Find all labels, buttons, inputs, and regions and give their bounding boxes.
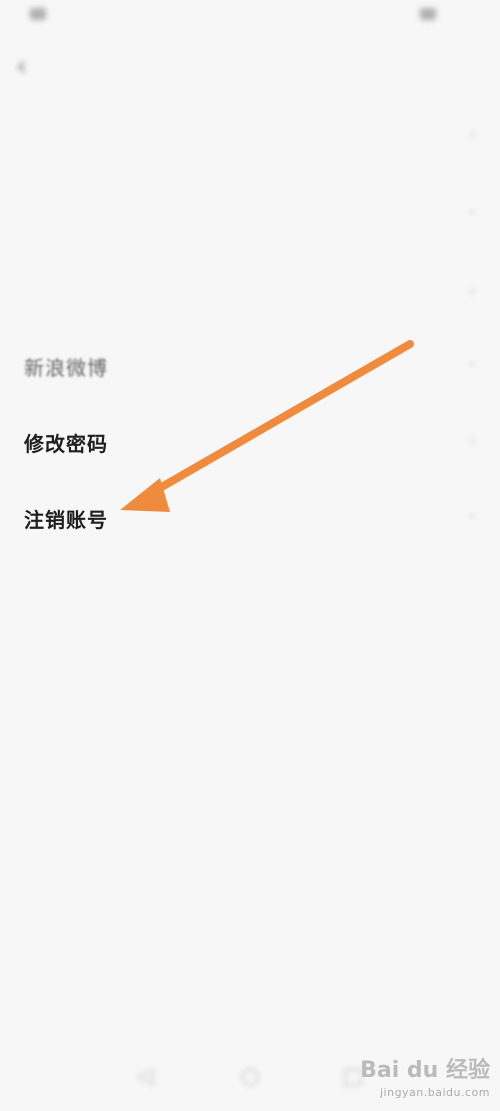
status-bar [0, 0, 500, 36]
status-left [30, 8, 52, 20]
back-icon[interactable]: ‹ [16, 52, 44, 80]
row-label: 新浪微博 [24, 356, 108, 380]
annotation-arrow [120, 340, 414, 512]
chevron-right-icon: › [468, 202, 476, 223]
chevron-right-icon: › [468, 430, 476, 451]
chevron-right-icon: › [468, 506, 476, 527]
list-item-change-password[interactable]: 修改密码 › [0, 410, 500, 470]
chevron-right-icon: › [468, 280, 476, 301]
row-label: 修改密码 [24, 432, 108, 456]
row-label: 注销账号 [24, 508, 108, 532]
list-item-qq[interactable]: › [0, 260, 500, 320]
chevron-right-icon: › [468, 354, 476, 375]
status-right [420, 8, 442, 20]
list-item-wechat[interactable]: › [0, 182, 500, 242]
battery-icon [420, 8, 436, 20]
watermark: Bai du 经验 jingyan.baidu.com [360, 1060, 490, 1104]
signal-icon [30, 8, 46, 20]
nav-home-icon[interactable]: ○ [237, 1064, 263, 1090]
list-item-phone[interactable]: › [0, 104, 500, 164]
list-item-weibo[interactable]: 新浪微博 › [0, 334, 500, 394]
list-item-delete-account[interactable]: 注销账号 › [0, 486, 500, 546]
watermark-logo: Bai du 经验 [360, 1058, 490, 1083]
nav-back-icon[interactable]: ◁ [132, 1064, 158, 1090]
chevron-right-icon: › [468, 124, 476, 145]
watermark-url: jingyan.baidu.com [379, 1086, 490, 1099]
header: ‹ [0, 40, 500, 96]
